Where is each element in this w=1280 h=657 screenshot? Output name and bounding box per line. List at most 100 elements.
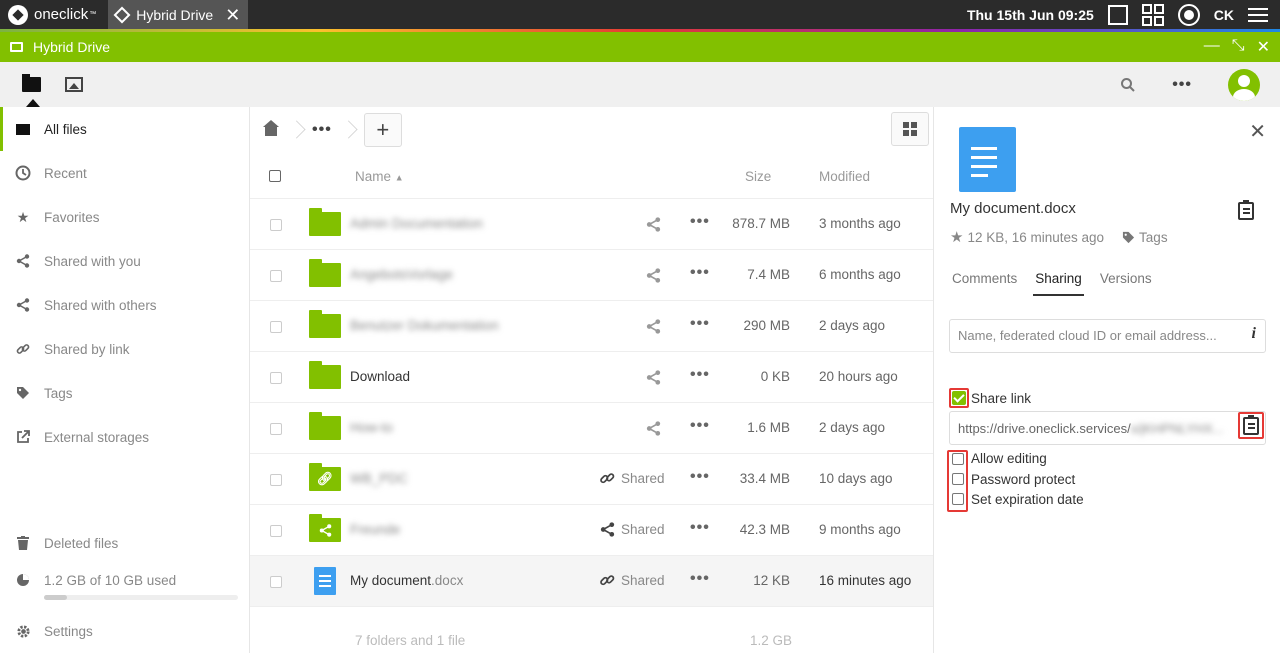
gallery-app-icon[interactable]	[65, 77, 83, 92]
settings-button[interactable]: Settings	[0, 609, 249, 653]
grid-view-toggle[interactable]	[891, 112, 929, 146]
close-icon[interactable]: ✕	[1249, 119, 1266, 144]
shared-status[interactable]: Shared	[600, 471, 665, 486]
file-name[interactable]: Benutzer Dokumentation	[350, 318, 499, 333]
folder-icon	[309, 208, 341, 236]
password-protect-checkbox[interactable]	[952, 473, 964, 485]
copy-link-button[interactable]	[1238, 412, 1264, 439]
search-icon[interactable]	[1120, 77, 1136, 93]
window-mode-icon[interactable]	[1107, 4, 1128, 25]
table-row[interactable]: Benutzer Dokumentation ••• 290 MB 2 days…	[250, 301, 933, 352]
tags-link[interactable]: Tags	[1139, 230, 1168, 245]
share-icon	[14, 296, 32, 314]
table-row[interactable]: Download ••• 0 KB 20 hours ago	[250, 352, 933, 403]
close-app-icon[interactable]: ✕	[225, 6, 240, 24]
brand-mark: ™	[89, 11, 97, 18]
tab-sharing[interactable]: Sharing	[1033, 271, 1084, 296]
close-window-icon[interactable]: ✕	[1257, 37, 1270, 57]
sort-by-modified[interactable]: Modified	[819, 169, 870, 184]
share-action-icon[interactable]	[646, 370, 661, 385]
allow-editing-checkbox[interactable]	[952, 453, 964, 465]
breadcrumb-more-icon[interactable]: •••	[312, 121, 332, 139]
table-row[interactable]: Admin Documentation ••• 878.7 MB 3 month…	[250, 199, 933, 250]
row-checkbox[interactable]	[270, 372, 282, 384]
file-name[interactable]: Admin Documentation	[350, 216, 483, 231]
share-with-input[interactable]: Name, federated cloud ID or email addres…	[949, 319, 1266, 353]
checkmark-icon	[952, 391, 966, 405]
link-folder-icon: 🔗︎	[309, 463, 341, 491]
share-action-icon[interactable]	[646, 217, 661, 232]
menu-icon[interactable]	[1248, 7, 1268, 22]
sidebar-item-shared-by-link[interactable]: Shared by link	[0, 327, 249, 371]
brand-name: oneclick	[34, 6, 89, 23]
table-row[interactable]: My document.docx Shared ••• 12 KB 16 min…	[250, 556, 933, 607]
sort-by-name[interactable]: Name ▲	[355, 169, 404, 184]
file-size: 12 KB	[753, 573, 790, 588]
user-initials[interactable]: CK	[1214, 7, 1234, 23]
share-link-checkbox[interactable]	[949, 388, 969, 408]
share-action-icon[interactable]	[646, 268, 661, 283]
settings-label: Settings	[44, 623, 93, 639]
sidebar-item-shared-with-you[interactable]: Shared with you	[0, 239, 249, 283]
table-row[interactable]: AngebotsVorlage ••• 7.4 MB 6 months ago	[250, 250, 933, 301]
sidebar-item-external-storages[interactable]: External storages	[0, 415, 249, 459]
shared-status[interactable]: Shared	[600, 573, 665, 588]
sidebar-item-label: Shared with others	[44, 297, 157, 313]
tag-icon[interactable]	[1122, 231, 1135, 244]
sidebar-item-shared-with-others[interactable]: Shared with others	[0, 283, 249, 327]
sort-by-size[interactable]: Size	[745, 169, 771, 184]
table-row[interactable]: Freunde Shared ••• 42.3 MB 9 months ago	[250, 505, 933, 556]
row-checkbox[interactable]	[270, 219, 282, 231]
app-grid-icon[interactable]	[1141, 3, 1164, 26]
tab-comments[interactable]: Comments	[950, 271, 1019, 296]
new-button[interactable]: +	[363, 113, 402, 147]
more-icon[interactable]: •••	[1172, 76, 1192, 94]
folder-icon	[309, 310, 341, 338]
sidebar-item-favorites[interactable]: ★ Favorites	[0, 195, 249, 239]
share-link-url-field[interactable]: https://drive.oneclick.services/s/jKHPNL…	[949, 411, 1266, 445]
info-icon[interactable]: i	[1252, 325, 1256, 343]
active-app-indicator	[26, 99, 40, 107]
sidebar-item-recent[interactable]: Recent	[0, 151, 249, 195]
details-tabs: Comments Sharing Versions	[950, 271, 1154, 296]
sidebar-item-label: Shared with you	[44, 253, 141, 269]
minimize-icon[interactable]: —	[1204, 37, 1220, 57]
row-checkbox[interactable]	[270, 576, 282, 588]
sidebar-item-all-files[interactable]: All files	[0, 107, 249, 151]
share-action-icon[interactable]	[646, 319, 661, 334]
row-checkbox[interactable]	[270, 270, 282, 282]
tab-versions[interactable]: Versions	[1098, 271, 1154, 296]
expiration-date-checkbox[interactable]	[952, 493, 964, 505]
files-app-icon[interactable]	[22, 74, 41, 92]
row-checkbox[interactable]	[270, 321, 282, 333]
share-action-icon[interactable]	[646, 421, 661, 436]
sidebar-item-label: External storages	[44, 429, 150, 445]
file-name[interactable]: AngebotsVorlage	[350, 267, 453, 282]
shared-status[interactable]: Shared	[600, 522, 665, 537]
table-row[interactable]: How-to ••• 1.6 MB 2 days ago	[250, 403, 933, 454]
copy-to-clipboard-icon[interactable]	[1238, 200, 1254, 220]
file-modified: 2 days ago	[819, 420, 886, 435]
pie-chart-icon	[14, 571, 32, 589]
row-checkbox[interactable]	[270, 423, 282, 435]
file-name[interactable]: Download	[350, 369, 410, 384]
star-icon[interactable]: ★	[950, 228, 963, 246]
file-name[interactable]: WB_PDC	[350, 471, 408, 486]
avatar[interactable]	[1228, 68, 1260, 101]
sidebar-item-tags[interactable]: Tags	[0, 371, 249, 415]
row-checkbox[interactable]	[270, 474, 282, 486]
record-icon[interactable]	[1177, 3, 1200, 26]
taskbar-app-tab[interactable]: Hybrid Drive ✕	[108, 0, 249, 29]
sidebar-item-label: Shared by link	[44, 341, 130, 357]
oneclick-logo[interactable]: oneclick ™	[0, 0, 104, 29]
select-all-checkbox[interactable]	[269, 170, 281, 182]
restore-icon[interactable]: ⤡	[1232, 37, 1245, 57]
window-title: Hybrid Drive	[33, 39, 111, 55]
home-icon[interactable]	[262, 120, 280, 140]
file-name[interactable]: Freunde	[350, 522, 400, 537]
table-row[interactable]: 🔗︎ WB_PDC Shared ••• 33.4 MB 10 days ago	[250, 454, 933, 505]
file-name[interactable]: How-to	[350, 420, 393, 435]
row-checkbox[interactable]	[270, 525, 282, 537]
details-meta: ★ 12 KB, 16 minutes ago Tags	[950, 228, 1168, 246]
file-name[interactable]: My document.docx	[350, 573, 463, 588]
